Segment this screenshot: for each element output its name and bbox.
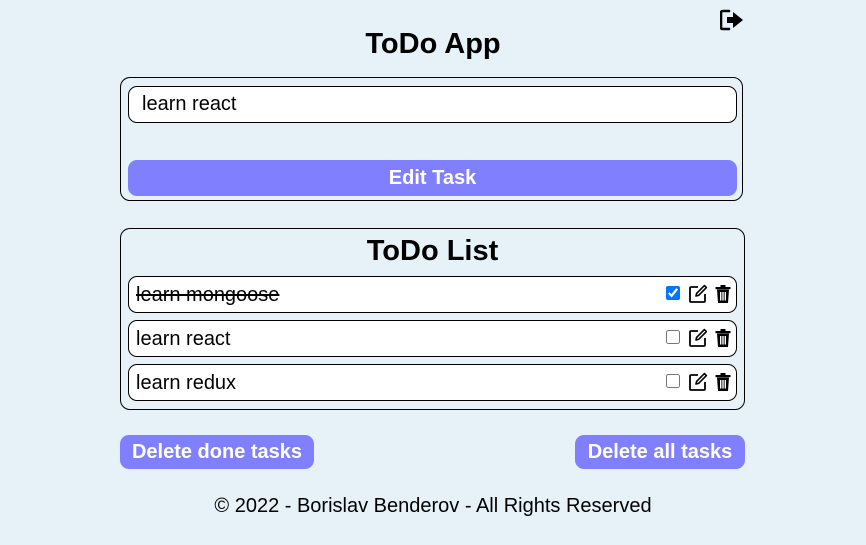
todo-list: ToDo List learn mongoose learn react lea… bbox=[120, 228, 745, 410]
task-text: learn mongoose bbox=[136, 284, 280, 306]
task-done-checkbox[interactable] bbox=[666, 286, 680, 300]
task-input[interactable] bbox=[128, 86, 737, 123]
edit-task-button[interactable]: Edit Task bbox=[128, 160, 737, 196]
task-item: learn react bbox=[128, 320, 737, 357]
app-title: ToDo App bbox=[365, 28, 501, 60]
task-done-checkbox[interactable] bbox=[666, 374, 680, 388]
task-text: learn redux bbox=[136, 372, 237, 394]
trash-icon[interactable] bbox=[713, 372, 733, 392]
delete-done-tasks-button[interactable]: Delete done tasks bbox=[120, 435, 314, 469]
edit-icon[interactable] bbox=[688, 284, 708, 304]
task-item: learn mongoose bbox=[128, 276, 737, 313]
footer-copyright: © 2022 - Borislav Benderov - All Rights … bbox=[214, 495, 652, 517]
task-text: learn react bbox=[136, 328, 231, 350]
task-item: learn redux bbox=[128, 364, 737, 401]
edit-icon[interactable] bbox=[688, 328, 708, 348]
task-form: Edit Task bbox=[120, 77, 743, 201]
task-done-checkbox[interactable] bbox=[666, 330, 680, 344]
delete-all-tasks-button[interactable]: Delete all tasks bbox=[575, 435, 745, 469]
trash-icon[interactable] bbox=[713, 284, 733, 304]
list-title: ToDo List bbox=[366, 235, 499, 267]
edit-icon[interactable] bbox=[688, 372, 708, 392]
trash-icon[interactable] bbox=[713, 328, 733, 348]
